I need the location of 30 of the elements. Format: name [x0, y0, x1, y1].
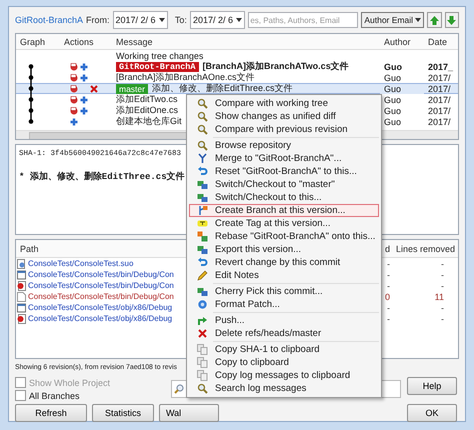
- to-label: To:: [174, 15, 187, 25]
- lines-added-cell-text: -: [386, 270, 390, 280]
- date-cell-text: 2017/: [427, 72, 452, 82]
- lines-added-cell-text: -: [386, 258, 390, 268]
- date-cell-text: 2017/: [427, 116, 452, 126]
- from-label: From:: [86, 15, 110, 25]
- date-cell-text: 2017_: [427, 62, 454, 72]
- date-cell-text: 2017/: [427, 94, 452, 104]
- lines-removed-cell-text: 11: [434, 292, 445, 302]
- lines-removed-cell-text: -: [440, 280, 445, 290]
- commit-message: 添加EditTwo.cs: [116, 93, 178, 106]
- lines-removed-cell-text: -: [440, 258, 445, 268]
- commit-message: 添加、修改、删除EditThree.cs文件: [152, 82, 293, 95]
- commit-message: Working tree changes: [116, 50, 204, 60]
- lines-added-cell-text: -: [386, 302, 390, 312]
- commit-message: 创建本地仓库Git: [116, 115, 182, 128]
- branch-tag: GitRoot-BranchA: [116, 62, 199, 72]
- commit-message: [BranchA]添加BranchAOne.cs文件: [116, 71, 255, 84]
- commit-message-text: * 添加、修改、删除EditThree.cs文件: [19, 170, 185, 183]
- commit-message: 添加EditOne.cs: [116, 104, 178, 116]
- lines-removed-cell-text: -: [440, 302, 445, 312]
- branch-tag: master: [116, 84, 148, 94]
- lines-added-cell-text: 0: [384, 292, 390, 302]
- date-cell-text: 2017/: [427, 84, 452, 94]
- lines-removed-cell-text: -: [440, 270, 445, 280]
- date-cell-text: 2017/: [427, 106, 452, 116]
- lines-removed-cell-text: -: [440, 314, 445, 324]
- lines-added-cell-text: -: [386, 280, 390, 290]
- commit-message: [BranchA]添加BranchATwo.cs文件: [202, 61, 349, 72]
- lines-added-cell-text: -: [386, 314, 390, 324]
